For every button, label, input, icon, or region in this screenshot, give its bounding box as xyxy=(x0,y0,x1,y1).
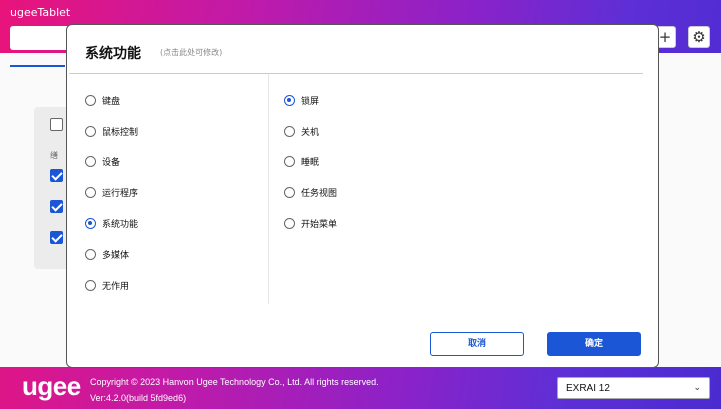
option-label: 多媒体 xyxy=(102,251,130,261)
option-label: 任务视图 xyxy=(301,189,338,199)
radio-icon xyxy=(284,218,295,229)
window-title: ugeeTablet xyxy=(10,6,71,19)
radio-icon xyxy=(284,156,295,167)
ugee-logo: ugee xyxy=(22,371,81,401)
function-dialog: 系统功能 (点击此处可修改) 键盘 鼠标控制 设备 运行程序 系统功能 多媒体 … xyxy=(66,24,659,368)
option-label: 设备 xyxy=(102,158,121,168)
option-system-function[interactable]: 系统功能 xyxy=(85,217,138,230)
copyright-text: Copyright © 2023 Hanvon Ugee Technology … xyxy=(90,377,379,387)
radio-icon xyxy=(85,187,96,198)
option-mouse-control[interactable]: 鼠标控制 xyxy=(85,125,138,138)
gear-icon: ⚙ xyxy=(692,28,706,46)
column-divider xyxy=(268,74,269,304)
dialog-title: 系统功能 xyxy=(85,46,141,62)
option-shutdown[interactable]: 关机 xyxy=(284,125,319,138)
device-select-value: EXRAI 12 xyxy=(566,383,610,394)
option-lock-screen[interactable]: 锁屏 xyxy=(284,94,319,107)
option-start-menu[interactable]: 开始菜单 xyxy=(284,217,337,230)
option-label: 运行程序 xyxy=(102,189,139,199)
cancel-button[interactable]: 取消 xyxy=(430,332,524,356)
background-column-header: 缮 xyxy=(50,151,58,160)
radio-icon xyxy=(85,249,96,260)
option-keyboard[interactable]: 键盘 xyxy=(85,94,120,107)
settings-button[interactable]: ⚙ xyxy=(688,26,710,48)
option-task-view[interactable]: 任务视图 xyxy=(284,186,337,199)
device-select[interactable]: EXRAI 12 ⌄ xyxy=(557,377,710,399)
option-label: 系统功能 xyxy=(102,220,139,230)
top-toolbar-field[interactable] xyxy=(10,26,70,50)
background-checkbox[interactable] xyxy=(50,118,63,131)
version-text: Ver:4.2.0(build 5fd9ed6) xyxy=(90,393,187,403)
chevron-down-icon: ⌄ xyxy=(693,382,701,392)
radio-selected-icon xyxy=(85,218,96,229)
option-label: 无作用 xyxy=(102,282,130,292)
radio-icon xyxy=(284,126,295,137)
active-tab-indicator xyxy=(10,65,65,67)
dialog-subtitle[interactable]: (点击此处可修改) xyxy=(160,47,222,58)
radio-icon xyxy=(85,95,96,106)
option-label: 开始菜单 xyxy=(301,220,338,230)
radio-icon xyxy=(85,280,96,291)
background-checkbox-checked[interactable] xyxy=(50,200,63,213)
option-label: 锁屏 xyxy=(301,97,320,107)
radio-icon xyxy=(284,187,295,198)
option-label: 鼠标控制 xyxy=(102,128,139,138)
option-label: 关机 xyxy=(301,128,320,138)
radio-icon xyxy=(85,126,96,137)
dialog-divider xyxy=(69,73,643,74)
option-multimedia[interactable]: 多媒体 xyxy=(85,248,129,261)
option-run-program[interactable]: 运行程序 xyxy=(85,186,138,199)
background-checkbox-checked[interactable] xyxy=(50,231,63,244)
radio-selected-icon xyxy=(284,95,295,106)
option-sleep[interactable]: 睡眠 xyxy=(284,155,319,168)
ok-button[interactable]: 确定 xyxy=(547,332,641,356)
background-checkbox-checked[interactable] xyxy=(50,169,63,182)
option-no-action[interactable]: 无作用 xyxy=(85,279,129,292)
radio-icon xyxy=(85,156,96,167)
option-label: 键盘 xyxy=(102,97,121,107)
option-device[interactable]: 设备 xyxy=(85,155,120,168)
option-label: 睡眠 xyxy=(301,158,320,168)
